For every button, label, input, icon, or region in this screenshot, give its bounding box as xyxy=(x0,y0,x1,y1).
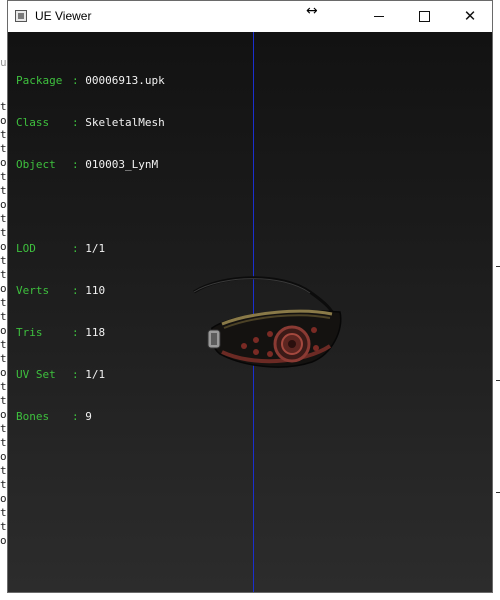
info-label: Class xyxy=(16,116,50,129)
3d-viewport[interactable]: Package: 00006913.upk Class: SkeletalMes… xyxy=(8,32,492,592)
info-separator: : xyxy=(72,284,79,297)
info-row-bones: Bones: 9 xyxy=(16,410,165,424)
info-row-package: Package: 00006913.upk xyxy=(16,74,165,88)
info-row-verts: Verts: 110 xyxy=(16,284,165,298)
title-bar[interactable]: UE Viewer ↔ ✕ xyxy=(8,1,492,32)
info-separator: : xyxy=(72,368,79,381)
info-row-class: Class: SkeletalMesh xyxy=(16,116,165,130)
maximize-button[interactable] xyxy=(401,1,447,32)
info-separator: : xyxy=(72,116,79,129)
app-icon[interactable] xyxy=(15,10,27,22)
info-value: 9 xyxy=(85,410,92,423)
info-label: Verts xyxy=(16,284,50,297)
minimize-icon xyxy=(374,16,384,17)
background-text-fragment: u xyxy=(0,56,7,69)
close-icon: ✕ xyxy=(463,7,477,25)
info-label: Tris xyxy=(16,326,43,339)
info-label: LOD xyxy=(16,242,36,255)
info-row-uv-set: UV Set: 1/1 xyxy=(16,368,165,382)
info-label: Object xyxy=(16,158,56,171)
info-value: SkeletalMesh xyxy=(85,116,165,129)
info-value: 110 xyxy=(85,284,106,297)
mesh-info-overlay: Package: 00006913.upk Class: SkeletalMes… xyxy=(16,46,165,452)
info-separator: : xyxy=(72,74,79,87)
background-tick xyxy=(496,380,500,381)
background-tick xyxy=(496,266,500,267)
info-label: UV Set xyxy=(16,368,56,381)
info-separator: : xyxy=(72,410,79,423)
window-title: UE Viewer xyxy=(35,9,92,23)
resize-cursor-icon: ↔ xyxy=(306,3,318,19)
info-value: 00006913.upk xyxy=(85,74,165,87)
maximize-icon xyxy=(418,11,430,22)
close-button[interactable]: ✕ xyxy=(447,1,493,32)
info-value: 1/1 xyxy=(85,368,106,381)
ue-viewer-window: UE Viewer ↔ ✕ Package: 00006913.upk Clas… xyxy=(7,0,493,593)
background-tick xyxy=(496,492,500,493)
info-value: 1/1 xyxy=(85,242,106,255)
info-value: 118 xyxy=(85,326,106,339)
info-label: Bones xyxy=(16,410,50,423)
info-row-tris: Tris: 118 xyxy=(16,326,165,340)
info-value: 010003_LynM xyxy=(85,158,159,171)
info-label: Package xyxy=(16,74,63,87)
info-row-lod: LOD: 1/1 xyxy=(16,242,165,256)
info-separator: : xyxy=(72,158,79,171)
eyepatch-mesh[interactable] xyxy=(182,270,342,380)
info-separator: : xyxy=(72,242,79,255)
info-separator: : xyxy=(72,326,79,339)
minimize-button[interactable] xyxy=(356,1,402,32)
info-row-object: Object: 010003_LynM xyxy=(16,158,165,172)
